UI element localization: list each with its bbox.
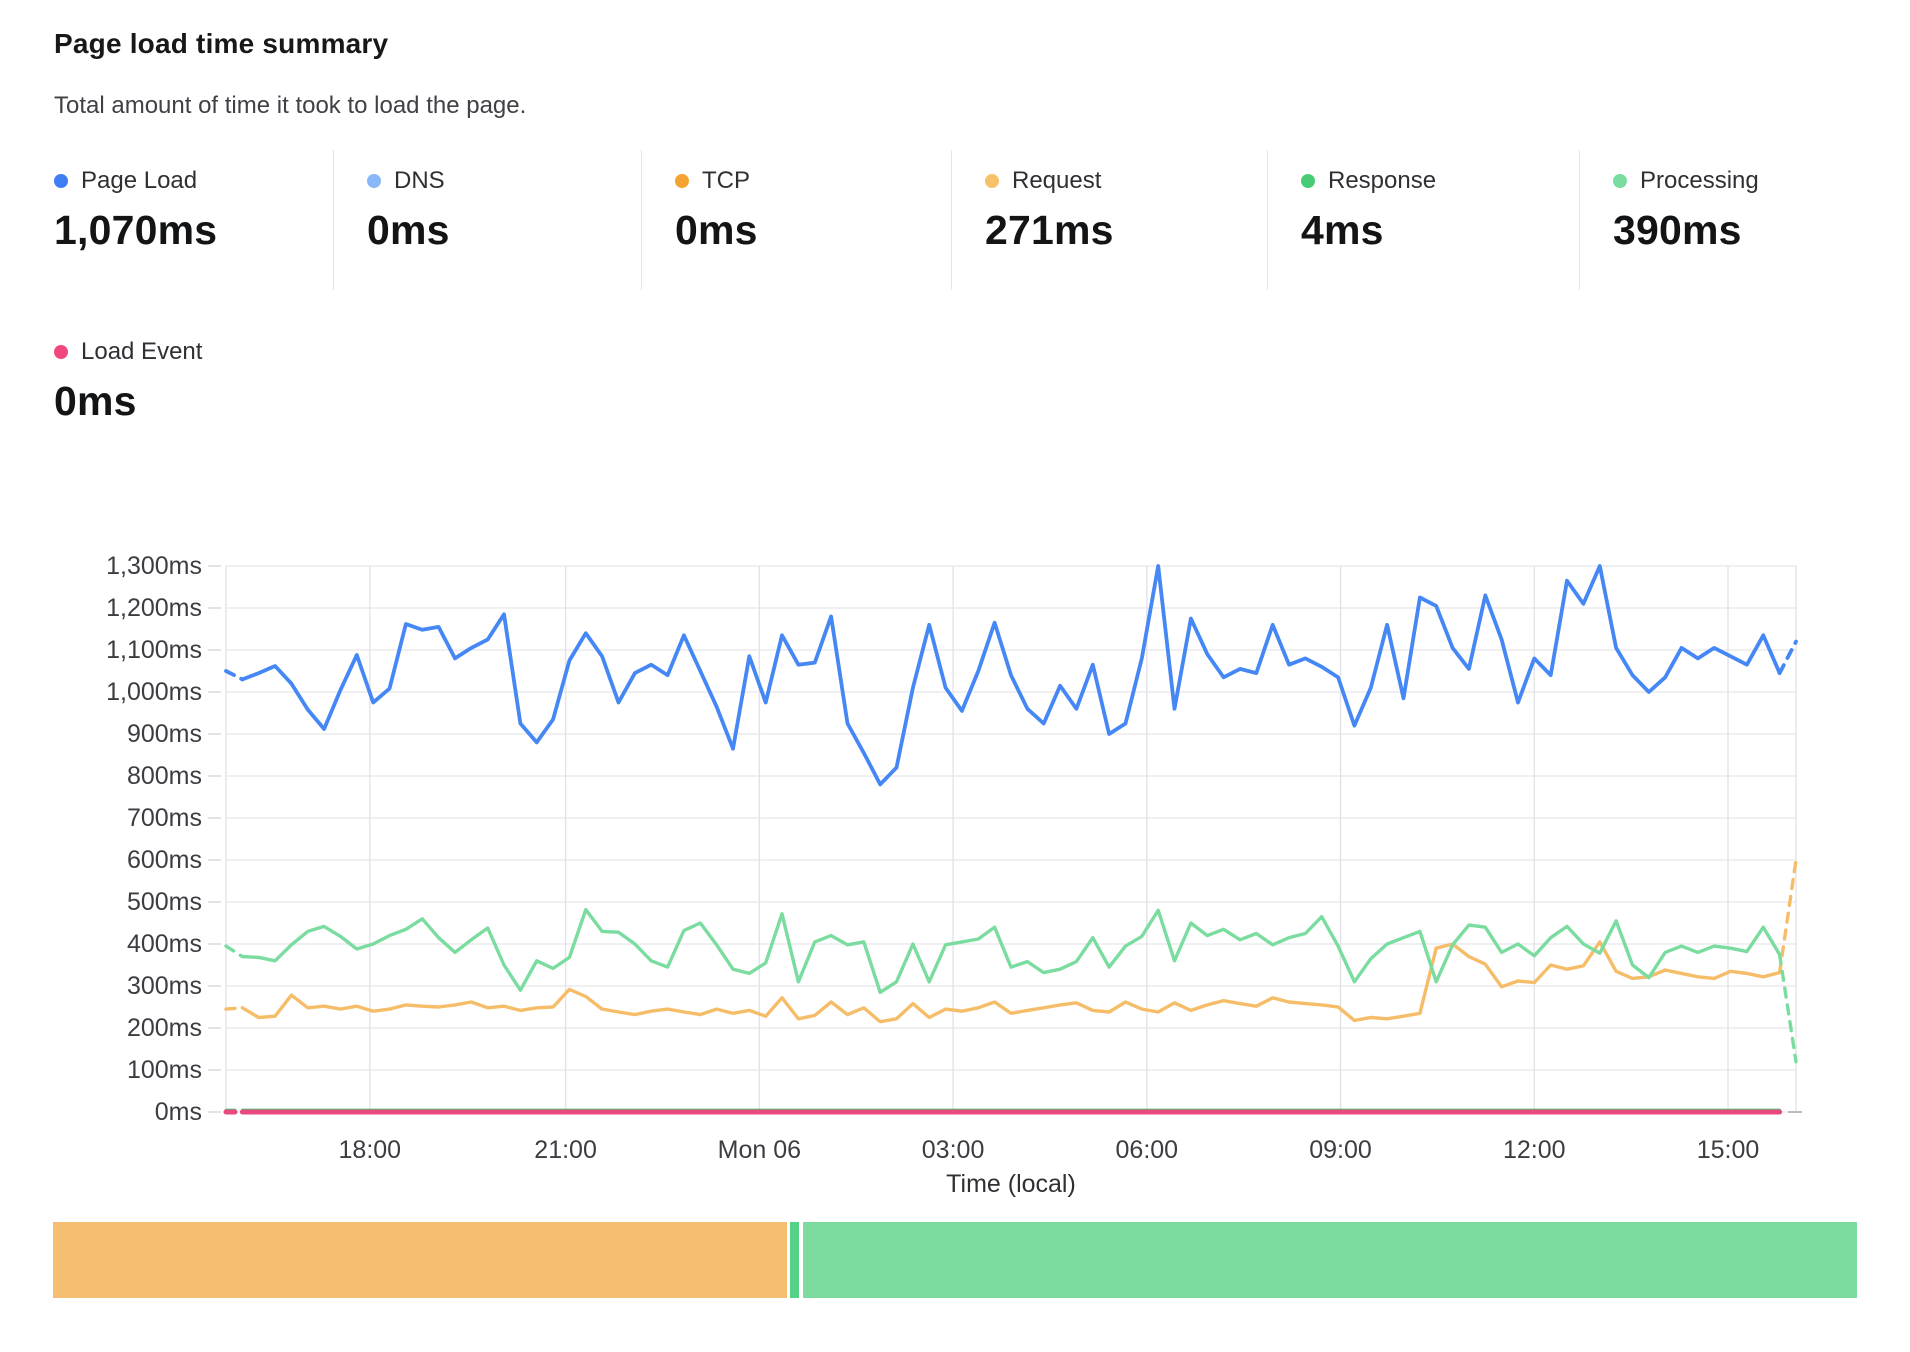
- bar-segment-request-share: [53, 1222, 787, 1298]
- svg-text:15:00: 15:00: [1697, 1136, 1760, 1164]
- svg-text:600ms: 600ms: [127, 846, 202, 874]
- bar-segment-response-share: [790, 1222, 799, 1298]
- x-gridlines: [226, 566, 1796, 1112]
- bar-segment-processing-share: [803, 1222, 1857, 1298]
- y-axis-labels: 0ms 100ms 200ms 300ms 400ms 500ms 600ms 700ms 80…: [106, 552, 202, 1126]
- svg-text:1,200ms: 1,200ms: [106, 594, 202, 622]
- page-load-summary-panel: Page load time summary Total amount of t…: [0, 0, 1910, 1352]
- svg-text:900ms: 900ms: [127, 720, 202, 748]
- svg-text:09:00: 09:00: [1309, 1136, 1372, 1164]
- svg-text:1,000ms: 1,000ms: [106, 678, 202, 706]
- svg-text:21:00: 21:00: [534, 1136, 597, 1164]
- x-axis-title: Time (local): [946, 1170, 1076, 1198]
- svg-text:200ms: 200ms: [127, 1014, 202, 1042]
- svg-text:500ms: 500ms: [127, 888, 202, 916]
- svg-text:300ms: 300ms: [127, 972, 202, 1000]
- series-request-line: [226, 860, 1796, 1022]
- svg-text:1,100ms: 1,100ms: [106, 636, 202, 664]
- svg-text:12:00: 12:00: [1503, 1136, 1566, 1164]
- svg-text:0ms: 0ms: [155, 1098, 202, 1126]
- svg-text:700ms: 700ms: [127, 804, 202, 832]
- svg-text:100ms: 100ms: [127, 1056, 202, 1084]
- series-page-load-line: [226, 566, 1796, 784]
- svg-text:18:00: 18:00: [339, 1136, 402, 1164]
- svg-text:03:00: 03:00: [922, 1136, 985, 1164]
- svg-text:Mon 06: Mon 06: [718, 1136, 801, 1164]
- svg-text:1,300ms: 1,300ms: [106, 552, 202, 580]
- x-axis-labels: 18:00 21:00 Mon 06 03:00 06:00 09:00 12:00 15:0…: [339, 1136, 1760, 1164]
- page-load-time-chart[interactable]: 0ms 100ms 200ms 300ms 400ms 500ms 600ms 700ms 80…: [0, 0, 1910, 1352]
- svg-text:800ms: 800ms: [127, 762, 202, 790]
- svg-text:06:00: 06:00: [1116, 1136, 1179, 1164]
- timing-breakdown-bar: [53, 1222, 1857, 1298]
- svg-text:400ms: 400ms: [127, 930, 202, 958]
